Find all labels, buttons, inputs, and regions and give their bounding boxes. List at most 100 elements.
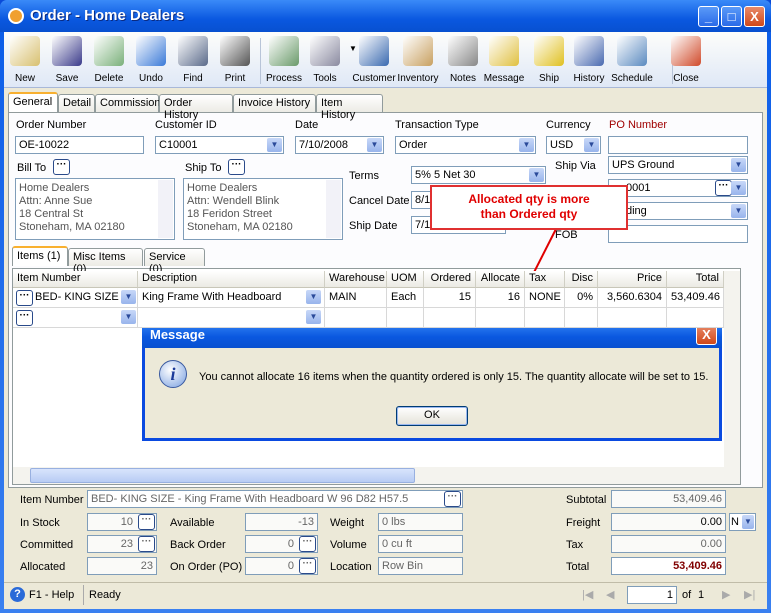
toolbar-button-message[interactable]: Message (482, 34, 526, 86)
column-header-item-number[interactable]: Item Number (13, 271, 138, 288)
next-page-icon[interactable]: ▶ (722, 588, 730, 601)
first-page-icon[interactable]: |◀ (582, 588, 593, 601)
weight-field[interactable]: 0 lbs (378, 513, 463, 531)
chevron-down-icon[interactable]: ▼ (306, 310, 321, 325)
toolbar-button-ship[interactable]: Ship (527, 34, 571, 86)
volume-field[interactable]: 0 cu ft (378, 535, 463, 553)
column-header-ordered[interactable]: Ordered (424, 271, 476, 288)
toolbar-button-find[interactable]: Find (171, 34, 215, 86)
grid-cell[interactable] (598, 308, 667, 328)
grid-cell[interactable] (387, 308, 424, 328)
prev-page-icon[interactable]: ◀ (606, 588, 614, 601)
column-header-total[interactable]: Total (667, 271, 724, 288)
toolbar-button-close[interactable]: Close (664, 34, 708, 86)
tab-item-history[interactable]: Item History (316, 94, 383, 121)
column-header-warehouse[interactable]: Warehouse (325, 271, 387, 288)
grid-cell[interactable] (138, 308, 325, 328)
allocated-field[interactable]: 23 (87, 557, 157, 575)
in_stock-field-lookup-button[interactable]: ··· (138, 514, 155, 530)
toolbar-button-undo[interactable]: Undo (129, 34, 173, 86)
message-dialog: Message X i You cannot allocate 16 items… (142, 320, 722, 441)
freight-option-select[interactable]: N ▼ (729, 513, 756, 531)
tab-general[interactable]: General (8, 92, 58, 112)
column-header-disc[interactable]: Disc (565, 271, 598, 288)
on_order-field[interactable]: 0 ··· (245, 557, 318, 575)
toolbar-button-print[interactable]: Print (213, 34, 257, 86)
column-header-allocate[interactable]: Allocate (476, 271, 525, 288)
total-field[interactable]: 53,409.46 (611, 557, 726, 575)
toolbar-button-save[interactable]: Save (45, 34, 89, 86)
grid-cell[interactable]: 15 (424, 288, 476, 308)
chevron-down-icon[interactable]: ▼ (306, 290, 321, 305)
grid-cell[interactable]: King Frame With Headboard (138, 288, 325, 308)
toolbar-button-label: Schedule (611, 73, 653, 84)
grid-cell[interactable]: MAIN (325, 288, 387, 308)
grid-cell[interactable]: 0% (565, 288, 598, 308)
grid-cell[interactable] (525, 308, 565, 328)
grid-cell[interactable]: 3,560.6304 (598, 288, 667, 308)
tab-order-history[interactable]: Order History (159, 94, 233, 121)
column-header-description[interactable]: Description (138, 271, 325, 288)
print-icon (220, 36, 250, 66)
item-lookup-button[interactable]: ··· (16, 290, 33, 306)
committed-field-lookup-button[interactable]: ··· (138, 536, 155, 552)
freight-field[interactable]: 0.00 (611, 513, 726, 531)
item-tab-2[interactable]: Service (0) (144, 248, 205, 275)
item-number-field[interactable]: BED- KING SIZE - King Frame With Headboa… (87, 490, 463, 508)
in_stock-field[interactable]: 10 ··· (87, 513, 157, 531)
item-tab-0[interactable]: Items (1) (12, 246, 68, 266)
on_order-field-lookup-button[interactable]: ··· (299, 558, 316, 574)
ok-button[interactable]: OK (396, 406, 468, 426)
chevron-down-icon[interactable]: ▼ (121, 310, 136, 325)
available-label: Available (170, 517, 215, 529)
delete-icon (94, 36, 124, 66)
location-field[interactable]: Row Bin (378, 557, 463, 575)
grid-cell[interactable] (325, 308, 387, 328)
grid-cell[interactable] (667, 308, 724, 328)
toolbar-button-new[interactable]: New (3, 34, 47, 86)
toolbar-button-delete[interactable]: Delete (87, 34, 131, 86)
tab-detail[interactable]: Detail (58, 94, 95, 112)
column-header-uom[interactable]: UOM (387, 271, 424, 288)
notes-icon (448, 36, 478, 66)
column-header-price[interactable]: Price (598, 271, 667, 288)
toolbar-button-process[interactable]: Process (262, 34, 306, 86)
new-icon (10, 36, 40, 66)
tax-field[interactable]: 0.00 (611, 535, 726, 553)
grid-cell[interactable] (476, 308, 525, 328)
grid-cell[interactable] (565, 308, 598, 328)
chevron-down-icon[interactable]: ▼ (121, 290, 136, 305)
subtotal-label: Subtotal (566, 494, 607, 506)
last-page-icon[interactable]: ▶| (744, 588, 755, 601)
weight-field-value: 0 lbs (382, 516, 406, 528)
subtotal-field[interactable]: 53,409.46 (611, 490, 726, 508)
item-number-field-lookup-button[interactable]: ··· (444, 491, 461, 507)
status-text: Ready (89, 589, 121, 601)
toolbar-button-notes[interactable]: Notes (441, 34, 485, 86)
toolbar-button-tools[interactable]: Tools (303, 34, 347, 86)
grid-cell[interactable]: Each (387, 288, 424, 308)
tab-invoice-history[interactable]: Invoice History (233, 94, 316, 112)
back_order-field[interactable]: 0 ··· (245, 535, 318, 553)
item-number-field-value: BED- KING SIZE - King Frame With Headboa… (91, 493, 409, 505)
available-field[interactable]: -13 (245, 513, 318, 531)
total-field-value: 53,409.46 (673, 560, 722, 572)
item-tab-1[interactable]: Misc Items (0) (68, 248, 143, 275)
item-lookup-button[interactable]: ··· (16, 310, 33, 326)
grid-cell[interactable]: 16 (476, 288, 525, 308)
page-input[interactable]: 1 (627, 586, 677, 604)
tab-commission[interactable]: Commission (95, 94, 161, 112)
toolbar-button-customer[interactable]: Customer (352, 34, 396, 86)
chevron-down-icon[interactable]: ▼ (742, 515, 754, 529)
grid-cell[interactable]: 53,409.46 (667, 288, 724, 308)
column-header-tax[interactable]: Tax (525, 271, 565, 288)
committed-field[interactable]: 23 ··· (87, 535, 157, 553)
grid-cell[interactable] (424, 308, 476, 328)
help-label[interactable]: F1 - Help (29, 589, 74, 601)
allocated-field-value: 23 (140, 560, 153, 572)
grid-cell[interactable]: NONE (525, 288, 565, 308)
back_order-field-lookup-button[interactable]: ··· (299, 536, 316, 552)
toolbar-button-inventory[interactable]: Inventory (396, 34, 440, 86)
toolbar-button-schedule[interactable]: Schedule (610, 34, 654, 86)
toolbar-button-history[interactable]: History (567, 34, 611, 86)
